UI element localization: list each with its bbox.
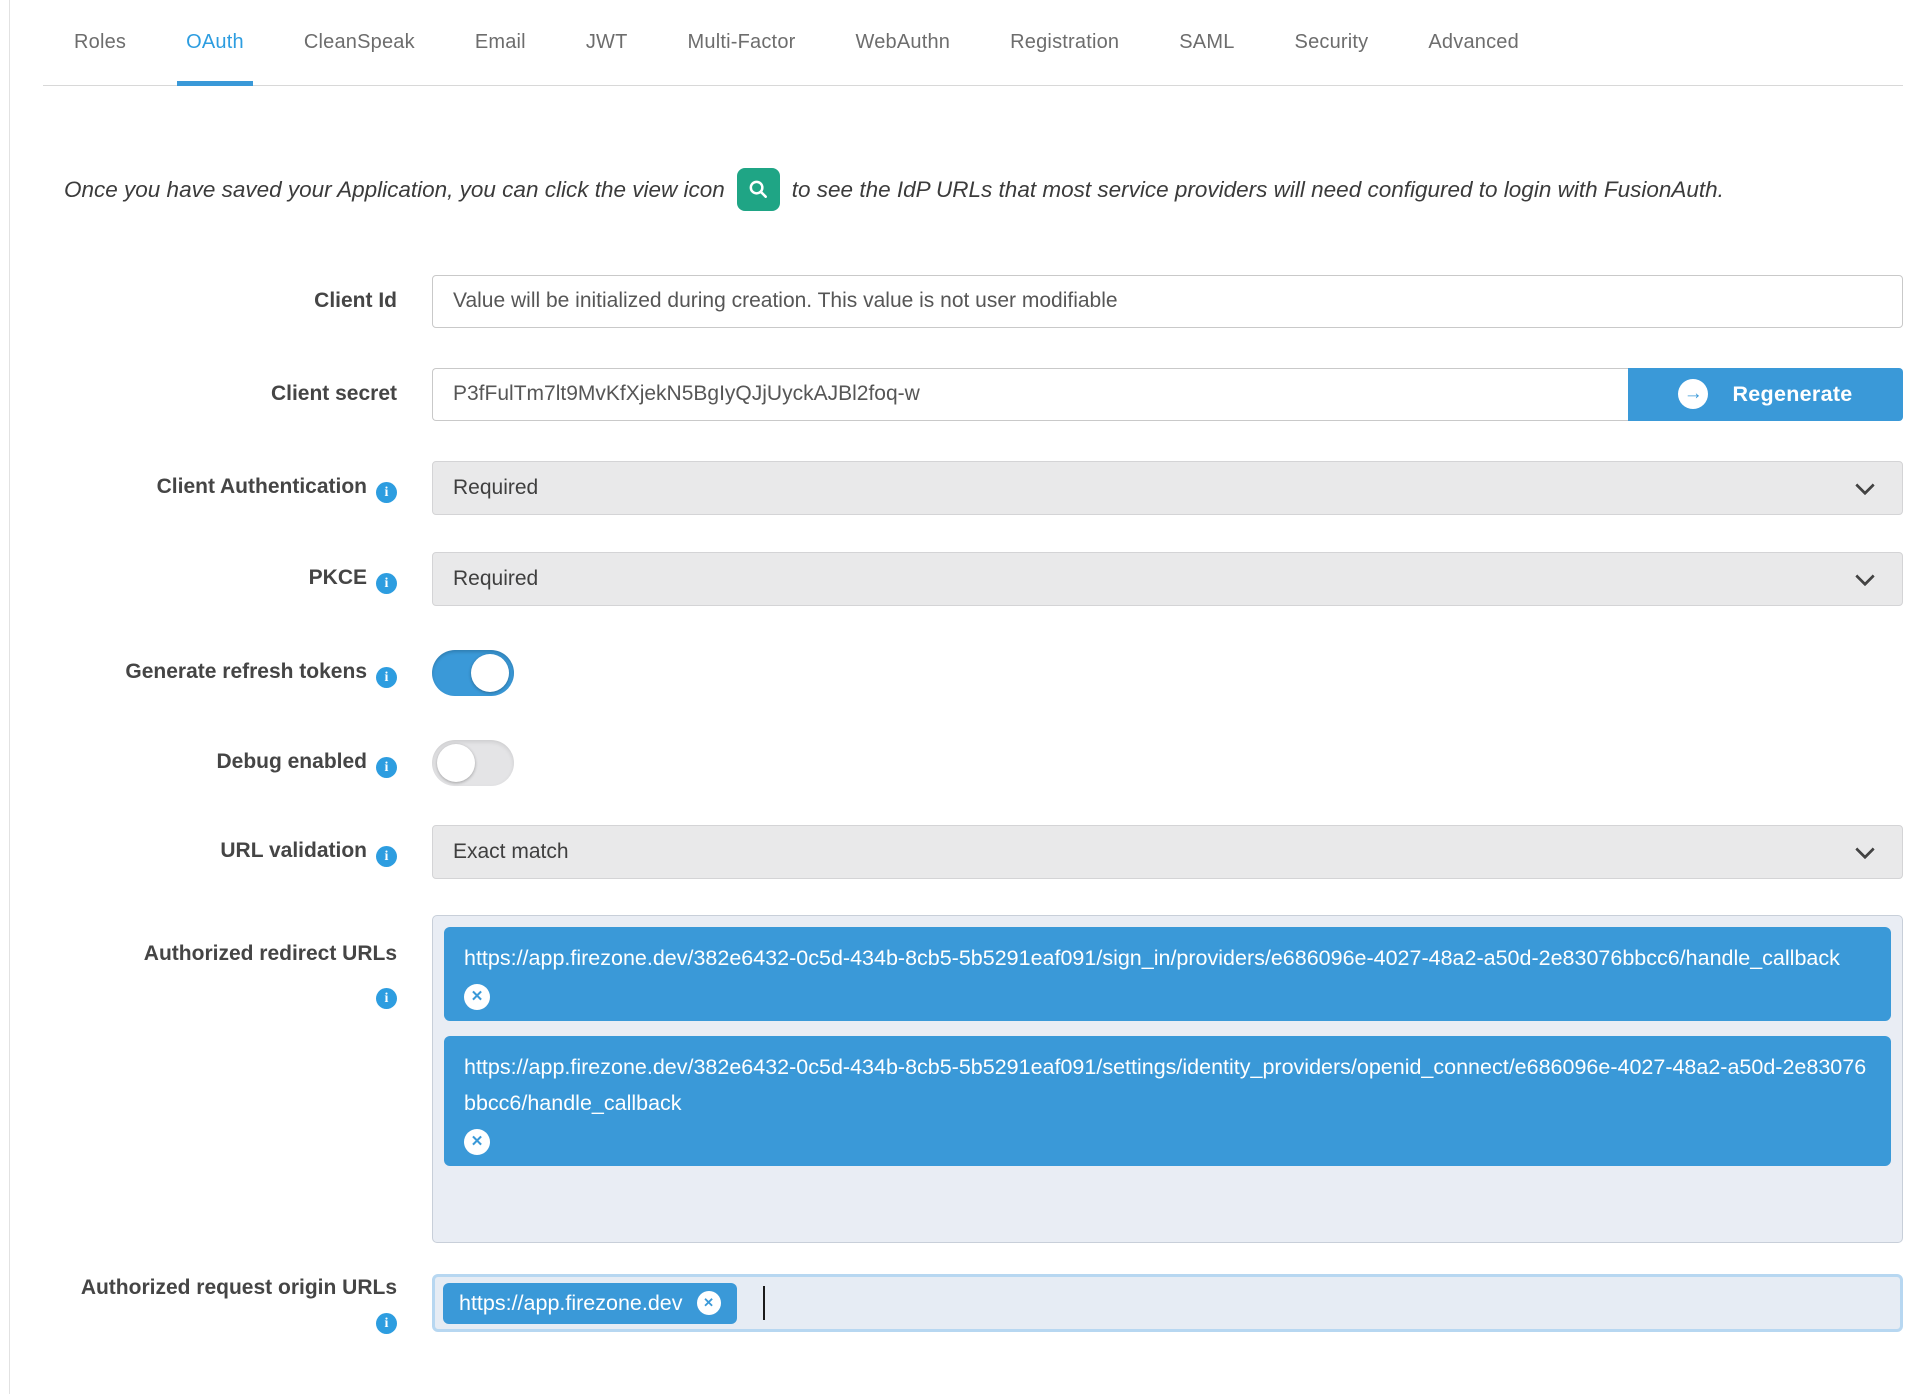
info-icon[interactable]: i xyxy=(376,482,397,504)
url-validation-label: URL validation i xyxy=(64,836,397,868)
tab-roles[interactable]: Roles xyxy=(72,0,128,85)
tab-oauth[interactable]: OAuth xyxy=(177,0,253,86)
client-secret-input[interactable] xyxy=(432,367,1628,421)
client-id-row: Client Id xyxy=(64,274,1903,328)
info-icon[interactable]: i xyxy=(376,757,397,779)
info-icon[interactable]: i xyxy=(376,846,397,868)
tab-multi-factor[interactable]: Multi-Factor xyxy=(686,0,798,85)
search-icon xyxy=(749,180,767,198)
chevron-down-icon xyxy=(1855,839,1875,859)
tab-jwt[interactable]: JWT xyxy=(584,0,630,85)
arrow-circle-right-icon: → xyxy=(1678,379,1709,410)
url-validation-row: URL validation i Exact match xyxy=(64,824,1903,879)
generate-refresh-tokens-row: Generate refresh tokens i xyxy=(64,649,1903,696)
regenerate-button[interactable]: → Regenerate xyxy=(1628,367,1903,421)
authorized-request-origin-urls-row: Authorized request origin URLsi https://… xyxy=(64,1273,1903,1335)
authorized-redirect-urls-label: Authorized redirect URLs i xyxy=(64,915,397,1010)
pkce-row: PKCE i Required xyxy=(64,551,1903,606)
redirect-url-chip: https://app.firezone.dev/382e6432-0c5d-4… xyxy=(444,1035,1891,1166)
client-id-input[interactable] xyxy=(432,274,1903,328)
toggle-knob xyxy=(437,743,475,782)
tab-security[interactable]: Security xyxy=(1293,0,1371,85)
remove-url-icon[interactable]: ✕ xyxy=(696,1291,721,1316)
tab-bar: Roles OAuth CleanSpeak Email JWT Multi-F… xyxy=(43,0,1903,86)
pkce-select[interactable]: Required xyxy=(432,551,1903,606)
generate-refresh-tokens-label: Generate refresh tokens i xyxy=(64,657,397,689)
client-id-label: Client Id xyxy=(314,289,397,313)
client-authentication-select[interactable]: Required xyxy=(432,460,1903,515)
tab-cleanspeak[interactable]: CleanSpeak xyxy=(302,0,417,85)
client-authentication-label: Client Authentication i xyxy=(64,472,397,504)
info-icon[interactable]: i xyxy=(376,667,397,689)
chevron-down-icon xyxy=(1855,475,1875,495)
info-icon[interactable]: i xyxy=(376,988,397,1010)
authorized-request-origin-urls-label: Authorized request origin URLsi xyxy=(64,1273,397,1335)
url-validation-select[interactable]: Exact match xyxy=(432,824,1903,879)
authorized-request-origin-urls-input[interactable]: https://app.firezone.dev ✕ xyxy=(432,1274,1903,1333)
debug-enabled-row: Debug enabled i xyxy=(64,739,1903,786)
chevron-down-icon xyxy=(1855,566,1875,586)
debug-enabled-toggle[interactable] xyxy=(432,739,514,786)
tab-saml[interactable]: SAML xyxy=(1177,0,1236,85)
client-secret-row: Client secret →Regenerate xyxy=(64,367,1903,421)
authorized-redirect-urls-input[interactable]: https://app.firezone.dev/382e6432-0c5d-4… xyxy=(432,914,1903,1243)
tab-webauthn[interactable]: WebAuthn xyxy=(854,0,953,85)
oauth-form: Client Id Client secret →Regenerate Clie… xyxy=(64,274,1903,1335)
intro-text: Once you have saved your Application, yo… xyxy=(64,167,1809,213)
client-secret-label: Client secret xyxy=(270,382,397,406)
info-icon[interactable]: i xyxy=(376,573,397,595)
remove-url-icon[interactable]: ✕ xyxy=(464,983,490,1010)
authorized-redirect-urls-row: Authorized redirect URLs i https://app.f… xyxy=(64,914,1903,1243)
intro-text-before: Once you have saved your Application, yo… xyxy=(64,177,725,202)
tab-advanced[interactable]: Advanced xyxy=(1426,0,1521,85)
view-idp-urls-button[interactable] xyxy=(736,167,780,211)
intro-text-after: to see the IdP URLs that most service pr… xyxy=(791,177,1724,202)
origin-url-chip: https://app.firezone.dev ✕ xyxy=(443,1282,737,1324)
client-authentication-row: Client Authentication i Required xyxy=(64,460,1903,515)
pkce-label: PKCE i xyxy=(64,563,397,595)
debug-enabled-label: Debug enabled i xyxy=(64,747,397,779)
toggle-knob xyxy=(471,653,509,692)
redirect-url-chip: https://app.firezone.dev/382e6432-0c5d-4… xyxy=(444,926,1891,1021)
generate-refresh-tokens-toggle[interactable] xyxy=(432,649,514,696)
info-icon[interactable]: i xyxy=(376,1313,397,1335)
remove-url-icon[interactable]: ✕ xyxy=(464,1128,490,1155)
tab-email[interactable]: Email xyxy=(473,0,528,85)
text-cursor xyxy=(762,1286,765,1321)
tab-registration[interactable]: Registration xyxy=(1008,0,1121,85)
window-edge-line xyxy=(9,0,10,1394)
